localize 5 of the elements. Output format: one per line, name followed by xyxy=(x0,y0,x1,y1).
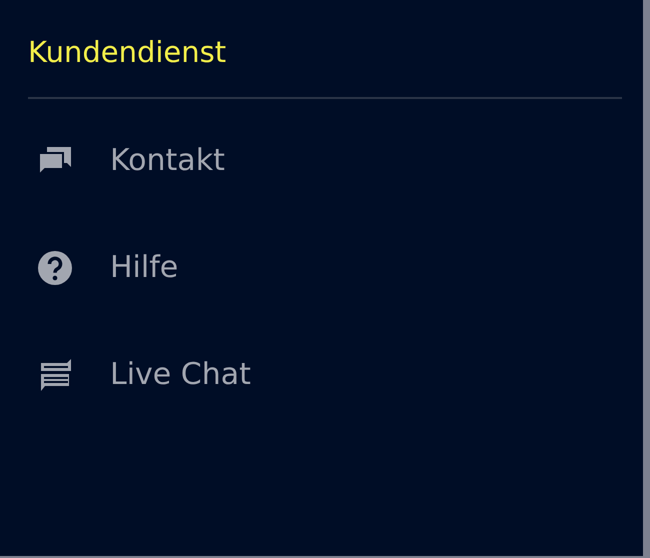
menu-link[interactable]: Kontakt xyxy=(110,140,225,180)
help-icon xyxy=(37,250,73,286)
panel-title: Kundendienst xyxy=(28,34,228,71)
menu-link[interactable]: Hilfe xyxy=(110,248,178,288)
menu-link[interactable]: Live Chat xyxy=(110,354,251,394)
